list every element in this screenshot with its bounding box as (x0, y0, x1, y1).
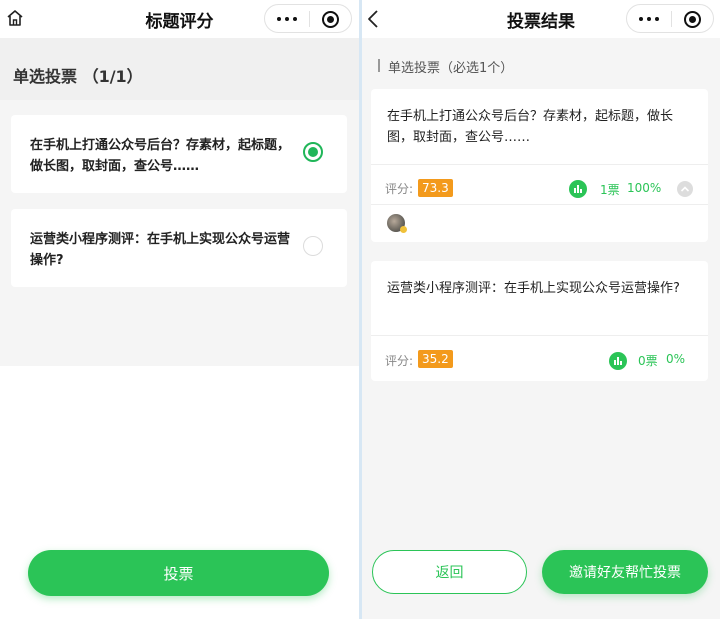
score-badge: 73.3 (418, 179, 453, 197)
section-subtitle: 单选投票（必选1个） (378, 57, 513, 76)
result-card: 在手机上打通公众号后台？存素材，起标题，做长图，取封面，查公号…… 评分: 73… (371, 89, 708, 242)
vote-screen: 标题评分 单选投票 （1/1） 在手机上打通公众号后台？存素材，起标题，做长图，… (0, 0, 359, 619)
card-divider (371, 204, 708, 205)
vote-count: 1票 (600, 183, 620, 197)
nav-bar: 标题评分 (0, 0, 359, 38)
collapse-icon[interactable] (677, 181, 693, 197)
vote-percent: 0% (666, 352, 686, 366)
invite-friends-button[interactable]: 邀请好友帮忙投票 (542, 550, 708, 594)
score-label: 评分: (385, 182, 414, 196)
radio-selected[interactable] (303, 142, 323, 162)
card-divider (371, 164, 708, 165)
bar-chart-icon (609, 352, 627, 370)
avatar (387, 214, 407, 233)
capsule-divider (671, 11, 672, 27)
result-screen: 投票结果 单选投票（必选1个） 在手机上打通公众号后台？存素材，起标题，做长图，… (362, 0, 720, 619)
vote-percent: 100% (627, 181, 662, 195)
radio-unselected[interactable] (303, 236, 323, 256)
vote-button[interactable]: 投票 (28, 550, 329, 596)
nav-bar: 投票结果 (362, 0, 720, 38)
card-divider (371, 335, 708, 336)
vote-count: 0票 (638, 354, 658, 368)
target-icon[interactable] (322, 11, 339, 28)
result-text: 运营类小程序测评：在手机上实现公众号运营操作? (387, 281, 680, 296)
section-title: 单选投票 （1/1） (13, 67, 143, 86)
back-button[interactable]: 返回 (372, 550, 527, 594)
more-icon[interactable] (277, 17, 297, 22)
vote-option[interactable]: 运营类小程序测评：在手机上实现公众号运营操作? (11, 209, 347, 287)
capsule-menu (626, 4, 714, 33)
score-badge: 35.2 (418, 350, 453, 368)
capsule-divider (309, 11, 310, 27)
score-label: 评分: (385, 354, 414, 368)
target-icon[interactable] (684, 11, 701, 28)
result-card: 运营类小程序测评：在手机上实现公众号运营操作? 评分: 35.2 0票 0% (371, 261, 708, 381)
bar-chart-icon (569, 180, 587, 198)
result-text: 在手机上打通公众号后台？存素材，起标题，做长图，取封面，查公号…… (387, 109, 674, 145)
option-text: 在手机上打通公众号后台？存素材，起标题，做长图，取封面，查公号…… (30, 138, 291, 174)
more-icon[interactable] (639, 17, 659, 22)
capsule-menu (264, 4, 352, 33)
vote-option[interactable]: 在手机上打通公众号后台？存素材，起标题，做长图，取封面，查公号…… (11, 115, 347, 193)
option-text: 运营类小程序测评：在手机上实现公众号运营操作? (30, 232, 291, 268)
